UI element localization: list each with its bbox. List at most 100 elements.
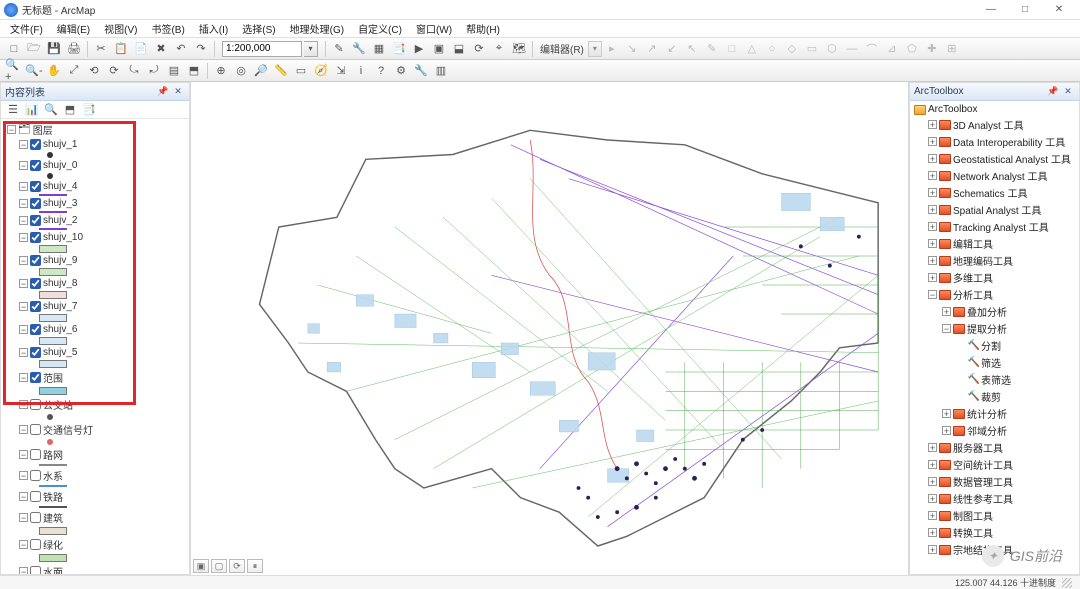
layer-symbol[interactable]	[47, 173, 53, 179]
layer-label[interactable]: shujv_0	[43, 160, 77, 171]
std-btn2-1[interactable]: 🔧	[349, 40, 369, 58]
layer-label[interactable]: shujv_4	[43, 181, 77, 192]
layer-toggle[interactable]: −	[19, 182, 28, 191]
layer-checkbox[interactable]	[30, 566, 41, 574]
std-btn2-5[interactable]: ▣	[429, 40, 449, 58]
layer-label[interactable]: shujv_3	[43, 198, 77, 209]
toolbox-label[interactable]: Spatial Analyst 工具	[953, 202, 1041, 217]
toolbox-node[interactable]: +编辑工具	[910, 235, 1079, 252]
toolbox-toggle[interactable]: +	[928, 188, 937, 197]
editor-btn-3[interactable]: ↙	[662, 40, 682, 58]
resize-grip[interactable]	[1062, 578, 1072, 588]
layer-row-7[interactable]: −shujv_8	[1, 277, 189, 290]
layout-view-tab[interactable]: ▢	[211, 559, 227, 573]
menu-item-2[interactable]: 视图(V)	[98, 20, 143, 37]
layer-checkbox[interactable]	[30, 347, 41, 358]
std-btn-2[interactable]: 💾	[44, 40, 64, 58]
layer-checkbox[interactable]	[30, 139, 41, 150]
layer-checkbox[interactable]	[30, 255, 41, 266]
tool-btn-0[interactable]: 🔍+	[4, 62, 24, 80]
toolbox-node[interactable]: +宗地结构工具	[910, 541, 1079, 558]
toolbox-node[interactable]: −分析工具	[910, 286, 1079, 303]
layer-checkbox[interactable]	[30, 449, 41, 460]
toolbox-node[interactable]: +转换工具	[910, 524, 1079, 541]
tool-btn-8[interactable]: ▤	[164, 62, 184, 80]
toolbox-label[interactable]: 提取分析	[967, 321, 1007, 336]
layer-row-9[interactable]: −shujv_6	[1, 323, 189, 336]
editor-btn-10[interactable]: ▭	[802, 40, 822, 58]
tool-btn-15[interactable]: ▭	[291, 62, 311, 80]
layer-row-4[interactable]: −shujv_2	[1, 214, 189, 227]
menu-item-4[interactable]: 插入(I)	[193, 20, 234, 37]
std-btn2-4[interactable]: ▶	[409, 40, 429, 58]
toolbox-label[interactable]: 叠加分析	[967, 304, 1007, 319]
layer-symbol[interactable]	[39, 291, 67, 299]
layer-toggle[interactable]: −	[19, 325, 28, 334]
layer-symbol[interactable]	[47, 414, 53, 420]
refresh-button[interactable]: ⟳	[229, 559, 245, 573]
toolbox-node[interactable]: +Spatial Analyst 工具	[910, 201, 1079, 218]
close-button[interactable]: ✕	[1042, 1, 1076, 19]
layer-row-8[interactable]: −shujv_7	[1, 300, 189, 313]
toc-tb-btn-1[interactable]: 📊	[23, 101, 41, 119]
toc-tb-btn-0[interactable]: ☰	[4, 101, 22, 119]
layer-label[interactable]: 路网	[43, 447, 63, 462]
layer-symbol[interactable]	[39, 554, 67, 562]
toolbox-node[interactable]: + 数据管理工具	[910, 473, 1079, 490]
layer-row-6[interactable]: − shujv_9	[1, 254, 189, 267]
toolbox-toggle[interactable]: +	[928, 545, 937, 554]
toolbox-label[interactable]: 多维工具	[953, 270, 993, 285]
layer-symbol[interactable]	[39, 464, 67, 466]
std-btn-9[interactable]: ↶	[171, 40, 191, 58]
layer-symbol[interactable]	[39, 337, 67, 345]
toc-root-label[interactable]: 图层	[33, 122, 53, 137]
std-btn2-9[interactable]: 🗺	[509, 40, 529, 58]
map-canvas[interactable]	[191, 82, 908, 575]
editor-btn-5[interactable]: ✎	[702, 40, 722, 58]
toolbox-label[interactable]: 制图工具	[953, 508, 993, 523]
toolbox-toggle[interactable]: +	[928, 239, 937, 248]
toolbox-node[interactable]: +线性参考工具	[910, 490, 1079, 507]
editor-btn-1[interactable]: ↘	[622, 40, 642, 58]
toolbox-node[interactable]: +服务器工具	[910, 439, 1079, 456]
menu-item-6[interactable]: 地理处理(G)	[284, 20, 350, 37]
toolbox-node[interactable]: +空间统计工具	[910, 456, 1079, 473]
editor-btn-11[interactable]: ⬡	[822, 40, 842, 58]
layer-toggle[interactable]: −	[19, 233, 28, 242]
toolbox-label[interactable]: 转换工具	[953, 525, 993, 540]
layer-symbol[interactable]	[39, 314, 67, 322]
toolbox-label[interactable]: 数据管理工具	[953, 474, 1013, 489]
tool-btn-12[interactable]: ◎	[231, 62, 251, 80]
toolbox-label[interactable]: 空间统计工具	[953, 457, 1013, 472]
toolbox-label[interactable]: Data Interoperability 工具	[953, 134, 1065, 149]
layer-label[interactable]: 水系	[43, 468, 63, 483]
toc-tb-btn-2[interactable]: 🔍	[42, 101, 60, 119]
layer-toggle[interactable]: −	[19, 450, 28, 459]
layer-row-1[interactable]: − shujv_0	[1, 159, 189, 172]
layer-checkbox[interactable]	[30, 424, 41, 435]
layer-toggle[interactable]: −	[19, 471, 28, 480]
layer-toggle[interactable]: −	[19, 348, 28, 357]
std-btn2-2[interactable]: ▦	[369, 40, 389, 58]
layer-checkbox[interactable]	[30, 372, 41, 383]
layer-row-11[interactable]: −范围	[1, 369, 189, 386]
toolbox-node[interactable]: 🔨筛选	[910, 354, 1079, 371]
std-btn-6[interactable]: 📋	[111, 40, 131, 58]
std-btn-3[interactable]: 🖨	[64, 40, 84, 58]
scale-dropdown[interactable]: ▾	[304, 41, 318, 57]
layer-toggle[interactable]: −	[19, 256, 28, 265]
layer-toggle[interactable]: −	[19, 161, 28, 170]
minimize-button[interactable]: —	[974, 1, 1008, 19]
layer-label[interactable]: shujv_9	[43, 255, 77, 266]
layer-checkbox[interactable]	[30, 301, 41, 312]
layer-label[interactable]: shujv_7	[43, 301, 77, 312]
layer-symbol[interactable]	[39, 228, 67, 230]
layer-checkbox[interactable]	[30, 181, 41, 192]
menu-item-1[interactable]: 编辑(E)	[51, 20, 96, 37]
layer-checkbox[interactable]	[30, 198, 41, 209]
editor-label[interactable]: 编辑器(R)	[540, 41, 584, 56]
toolbox-toggle[interactable]: +	[928, 477, 937, 486]
toolbox-label[interactable]: 邻域分析	[967, 423, 1007, 438]
data-view-tab[interactable]: ▣	[193, 559, 209, 573]
menu-item-0[interactable]: 文件(F)	[4, 20, 49, 37]
